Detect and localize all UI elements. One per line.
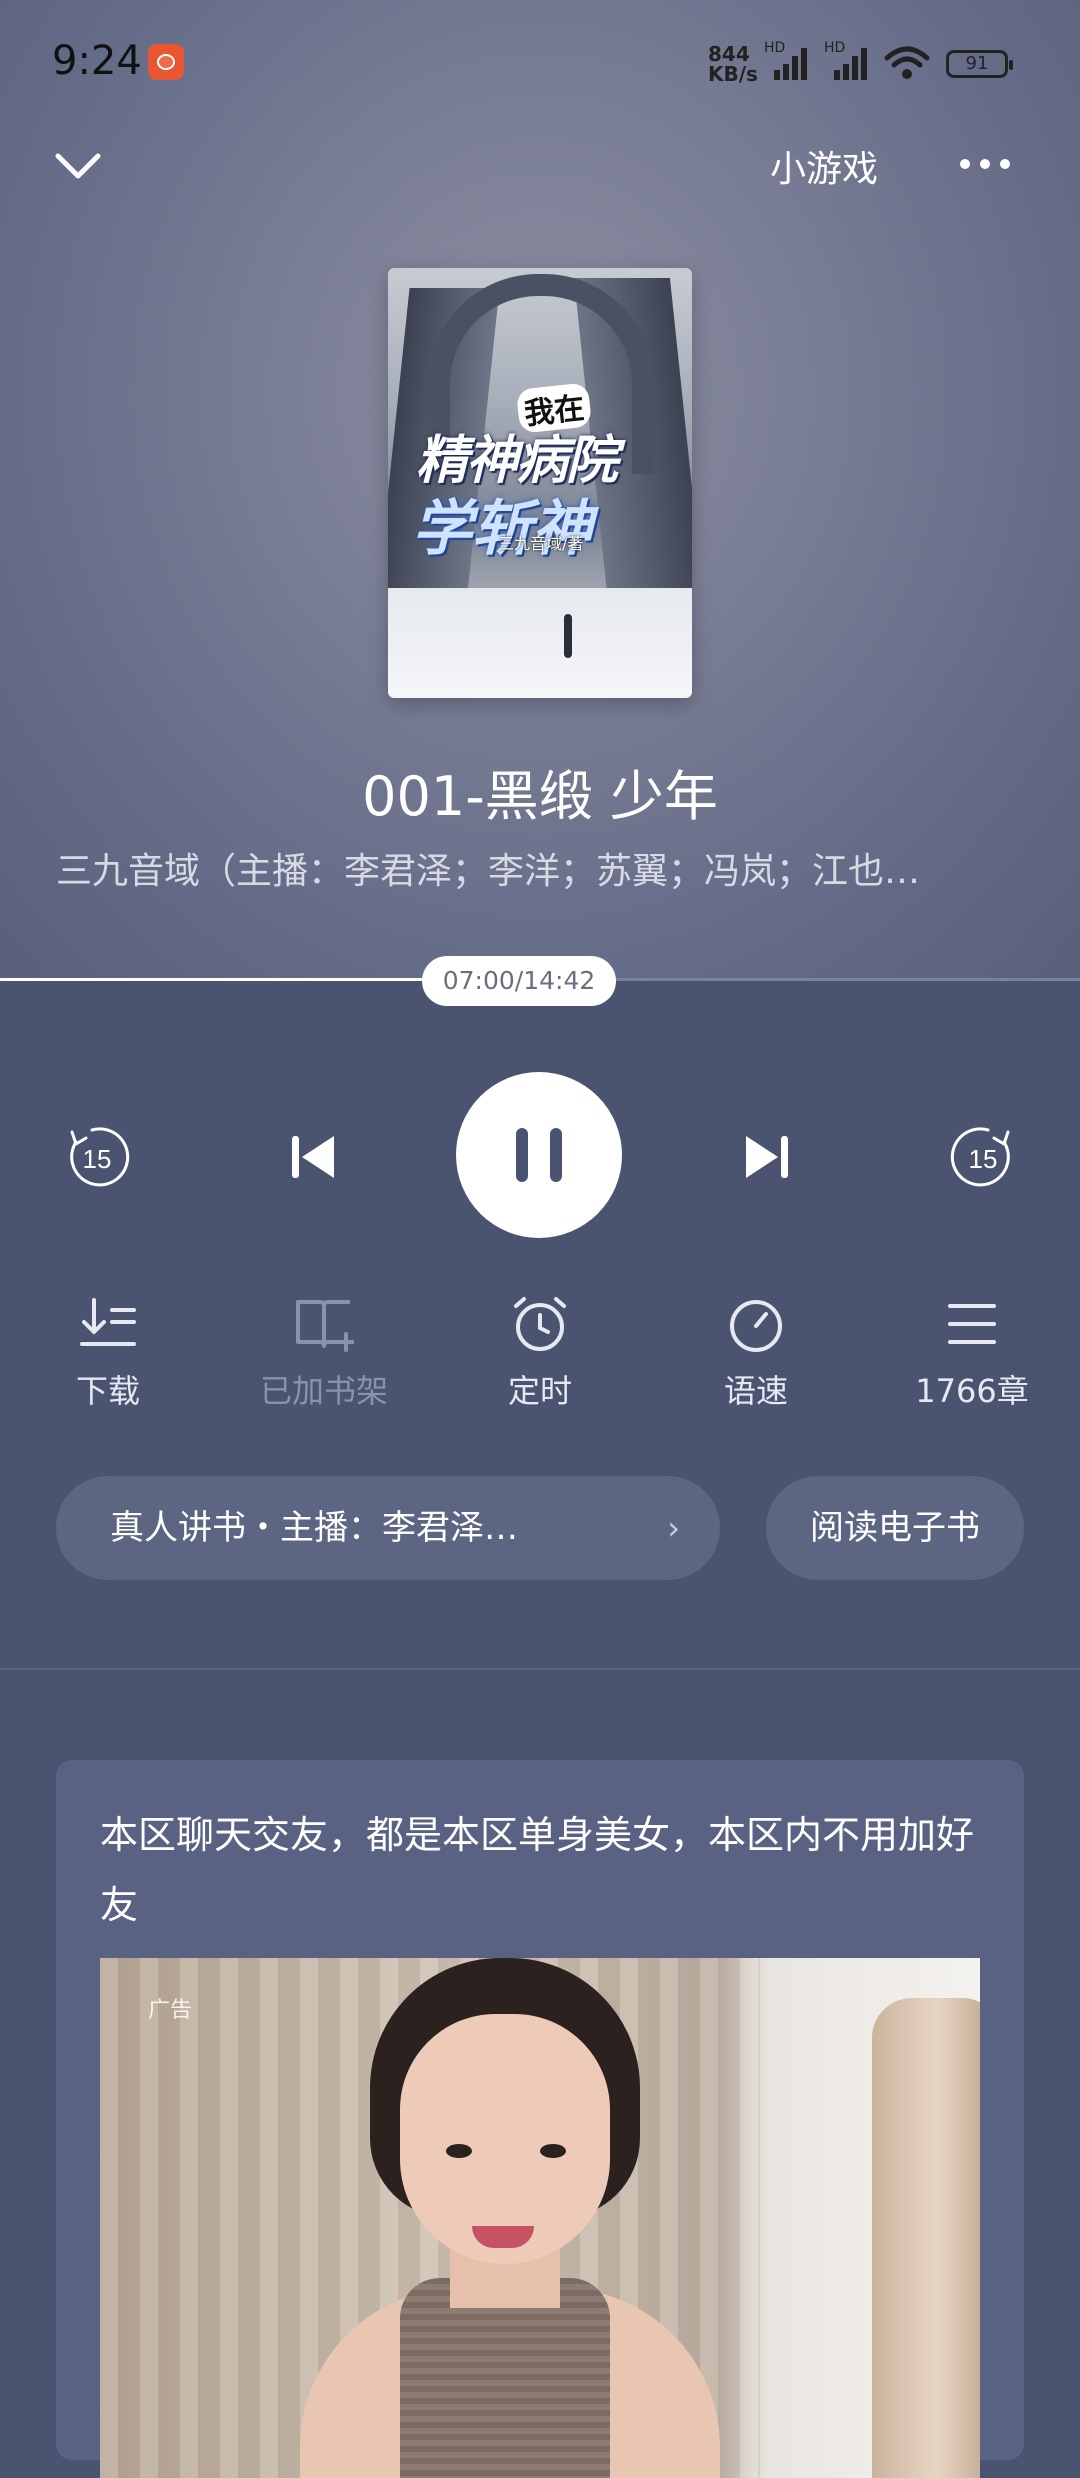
timer-button[interactable]: 定时 — [460, 1296, 620, 1412]
app-notification-icon — [148, 44, 184, 80]
wifi-icon — [884, 46, 930, 79]
collapse-chevron-down-icon[interactable] — [52, 140, 104, 192]
rewind-seconds: 15 — [83, 1144, 112, 1174]
network-speed-value: 844 — [708, 42, 750, 66]
chapter-list-button[interactable]: 1766章 — [892, 1296, 1052, 1412]
previous-track-icon[interactable] — [284, 1128, 342, 1186]
rewind-15-icon[interactable]: 15 — [62, 1122, 132, 1192]
track-subtitle[interactable]: 三九音域（主播：李君泽；李洋；苏翼；冯岚；江也… — [56, 842, 1016, 894]
narrator-info-label: 真人讲书・主播：李君泽… — [110, 1508, 518, 1548]
download-icon — [80, 1298, 136, 1346]
read-ebook-button[interactable]: 阅读电子书 — [766, 1476, 1024, 1580]
forward-15-icon[interactable]: 15 — [948, 1122, 1018, 1192]
sim1-label: HD — [764, 40, 786, 56]
chapter-list-icon — [948, 1304, 996, 1344]
forward-seconds: 15 — [969, 1144, 998, 1174]
ad-text[interactable]: 本区聊天交友，都是本区单身美女，本区内不用加好友 — [100, 1800, 980, 1940]
track-title: 001-黑缎 少年 — [362, 765, 718, 828]
next-track-icon[interactable] — [738, 1128, 796, 1186]
alarm-clock-icon — [514, 1297, 566, 1351]
ad-card[interactable]: 本区聊天交友，都是本区单身美女，本区内不用加好友 广告 — [56, 1760, 1024, 2478]
network-speed-unit: KB/s — [708, 62, 758, 86]
mini-games-button[interactable]: 小游戏 — [770, 140, 878, 192]
network-speed: 844 KB/s — [708, 44, 758, 84]
sim2-label: HD — [824, 40, 846, 56]
progress-time-handle[interactable]: 07:00/14:42 — [422, 956, 616, 1006]
narrator-info-button[interactable]: 真人讲书・主播：李君泽… › — [56, 1476, 720, 1580]
timer-label: 定时 — [507, 1372, 572, 1410]
bookshelf-added-button[interactable]: 已加书架 — [244, 1296, 404, 1412]
chevron-right-icon: › — [667, 1509, 680, 1547]
cover-author: 三九音域/著 — [498, 534, 584, 553]
section-divider — [0, 1668, 1080, 1670]
bookshelf-added-label: 已加书架 — [259, 1372, 388, 1410]
status-bar: 9:24 844 KB/s HD HD 91 — [0, 0, 1080, 120]
chapter-count-label: 1766章 — [915, 1372, 1029, 1410]
signal-2-icon: HD — [824, 40, 867, 80]
download-button[interactable]: 下载 — [28, 1296, 188, 1412]
book-cover: 我在 精神病院 学斩神 三九音域/著 — [388, 268, 692, 698]
bookshelf-added-icon — [296, 1300, 354, 1352]
battery-icon: 91 — [946, 50, 1013, 78]
speed-button[interactable]: 语速 — [676, 1296, 836, 1412]
signal-1-icon: HD — [764, 40, 807, 80]
speed-label: 语速 — [723, 1372, 788, 1410]
status-time: 9:24 — [52, 38, 142, 84]
more-options-icon[interactable] — [960, 152, 1016, 176]
pause-button[interactable] — [456, 1072, 622, 1238]
ad-image[interactable]: 广告 — [100, 1958, 980, 2478]
speed-gauge-icon — [730, 1300, 782, 1352]
ad-label: 广告 — [148, 1998, 193, 2023]
download-label: 下载 — [75, 1372, 140, 1410]
